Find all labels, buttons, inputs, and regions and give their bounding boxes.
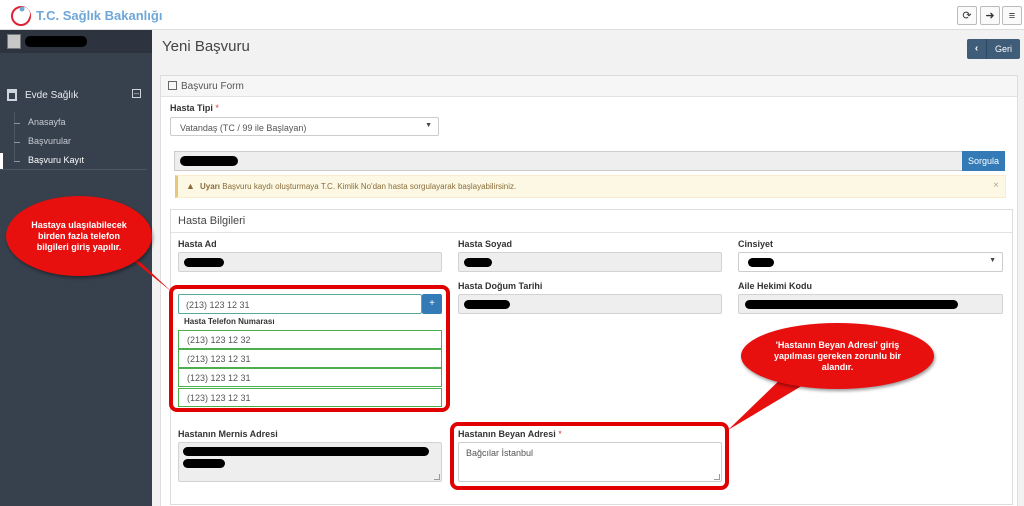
address-callout-text: 'Hastanın Beyan Adresi' giriş yapılması …: [773, 339, 902, 372]
phone-callout: Hastaya ulaşılabilecek birden fazla tele…: [6, 196, 152, 276]
address-callout: 'Hastanın Beyan Adresi' giriş yapılması …: [741, 323, 934, 389]
phone-callout-text: Hastaya ulaşılabilecek birden fazla tele…: [31, 219, 127, 252]
callout-tails: [120, 250, 815, 430]
